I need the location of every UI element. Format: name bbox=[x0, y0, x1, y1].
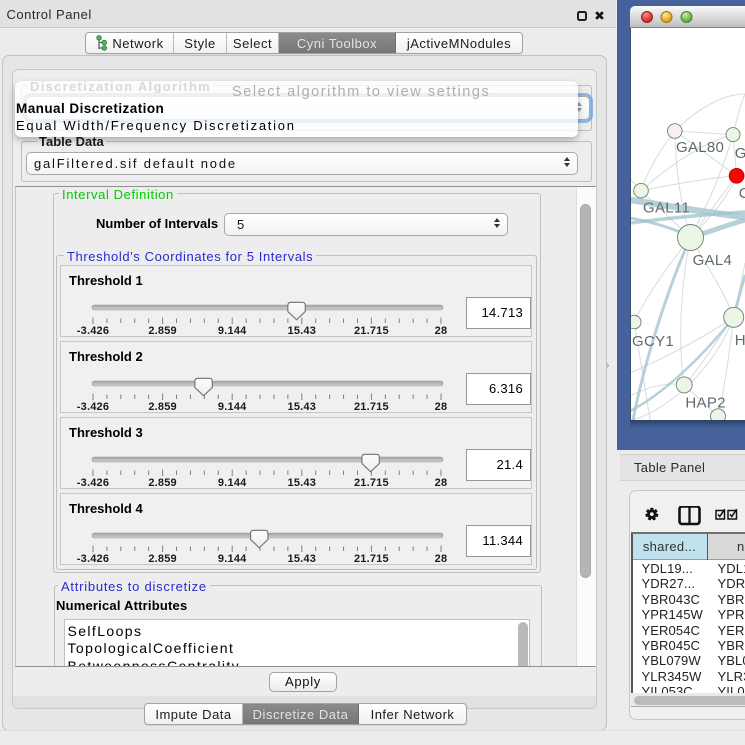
svg-text:28: 28 bbox=[435, 553, 448, 565]
svg-text:-3.426: -3.426 bbox=[77, 477, 109, 489]
svg-text:28: 28 bbox=[435, 477, 448, 489]
svg-text:9.144: 9.144 bbox=[218, 477, 247, 489]
svg-text:-3.426: -3.426 bbox=[77, 325, 109, 337]
svg-text:9.144: 9.144 bbox=[218, 325, 247, 337]
svg-text:C: C bbox=[739, 185, 745, 202]
svg-text:2.859: 2.859 bbox=[148, 325, 177, 337]
svg-text:21.715: 21.715 bbox=[354, 401, 389, 413]
svg-text:-3.426: -3.426 bbox=[77, 401, 109, 413]
svg-text:GAL4: GAL4 bbox=[693, 252, 733, 269]
svg-text:-3.426: -3.426 bbox=[77, 553, 109, 565]
svg-text:2.859: 2.859 bbox=[148, 401, 177, 413]
svg-text:GAL80: GAL80 bbox=[676, 139, 724, 156]
svg-text:9.144: 9.144 bbox=[218, 401, 247, 413]
svg-text:HAP2: HAP2 bbox=[685, 395, 725, 412]
svg-text:15.43: 15.43 bbox=[288, 553, 317, 565]
svg-text:15.43: 15.43 bbox=[288, 325, 317, 337]
svg-text:2.859: 2.859 bbox=[148, 553, 177, 565]
svg-text:2.859: 2.859 bbox=[148, 477, 177, 489]
svg-text:15.43: 15.43 bbox=[288, 401, 317, 413]
svg-text:21.715: 21.715 bbox=[354, 477, 389, 489]
svg-text:21.715: 21.715 bbox=[354, 325, 389, 337]
svg-text:GAL11: GAL11 bbox=[643, 200, 690, 217]
svg-text:15.43: 15.43 bbox=[288, 477, 317, 489]
svg-text:9.144: 9.144 bbox=[218, 553, 247, 565]
svg-text:GCY1: GCY1 bbox=[632, 333, 674, 350]
svg-text:21.715: 21.715 bbox=[354, 553, 389, 565]
svg-text:G.: G. bbox=[735, 145, 745, 162]
svg-text:H: H bbox=[735, 332, 745, 349]
svg-text:28: 28 bbox=[435, 401, 448, 413]
svg-text:28: 28 bbox=[435, 325, 448, 337]
